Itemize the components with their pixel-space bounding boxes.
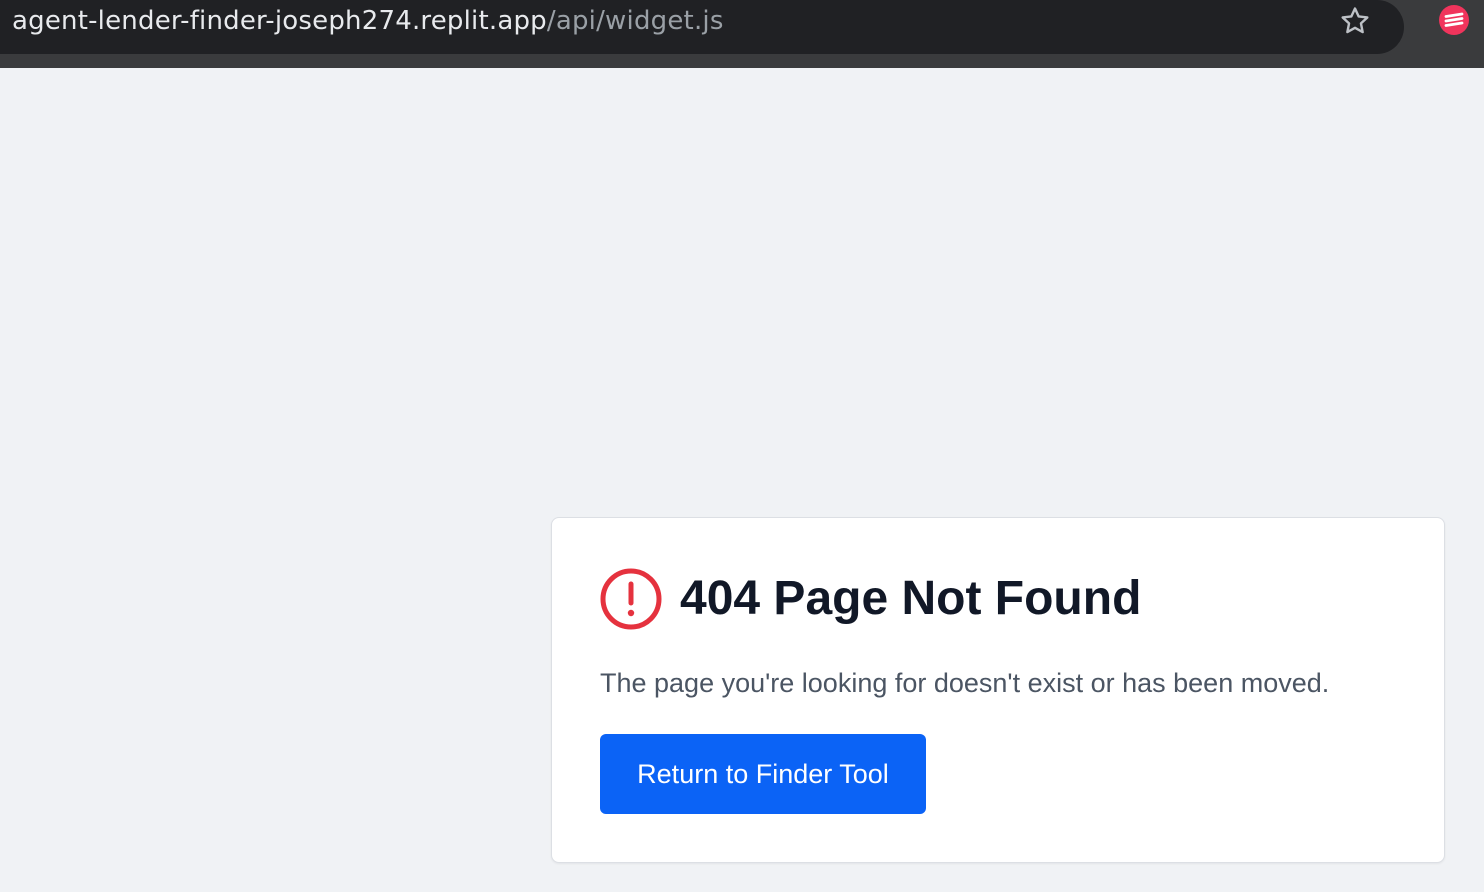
alert-circle-icon [600,568,662,630]
error-message: The page you're looking for doesn't exis… [600,668,1330,698]
page-title: 404 Page Not Found [680,572,1142,625]
star-outline-icon[interactable] [1338,4,1372,38]
url-path: /api/widget.js [546,6,724,36]
extension-icon[interactable] [1438,4,1470,36]
address-bar[interactable]: agent-lender-finder-joseph274.replit.app… [0,0,1404,54]
return-to-finder-button[interactable]: Return to Finder Tool [600,734,926,814]
url-host: agent-lender-finder-joseph274.replit.app [12,6,547,36]
error-card: 404 Page Not Found The page you're looki… [551,517,1445,863]
url-text[interactable]: agent-lender-finder-joseph274.replit.app… [12,4,724,38]
browser-toolbar: agent-lender-finder-joseph274.replit.app… [0,0,1484,68]
